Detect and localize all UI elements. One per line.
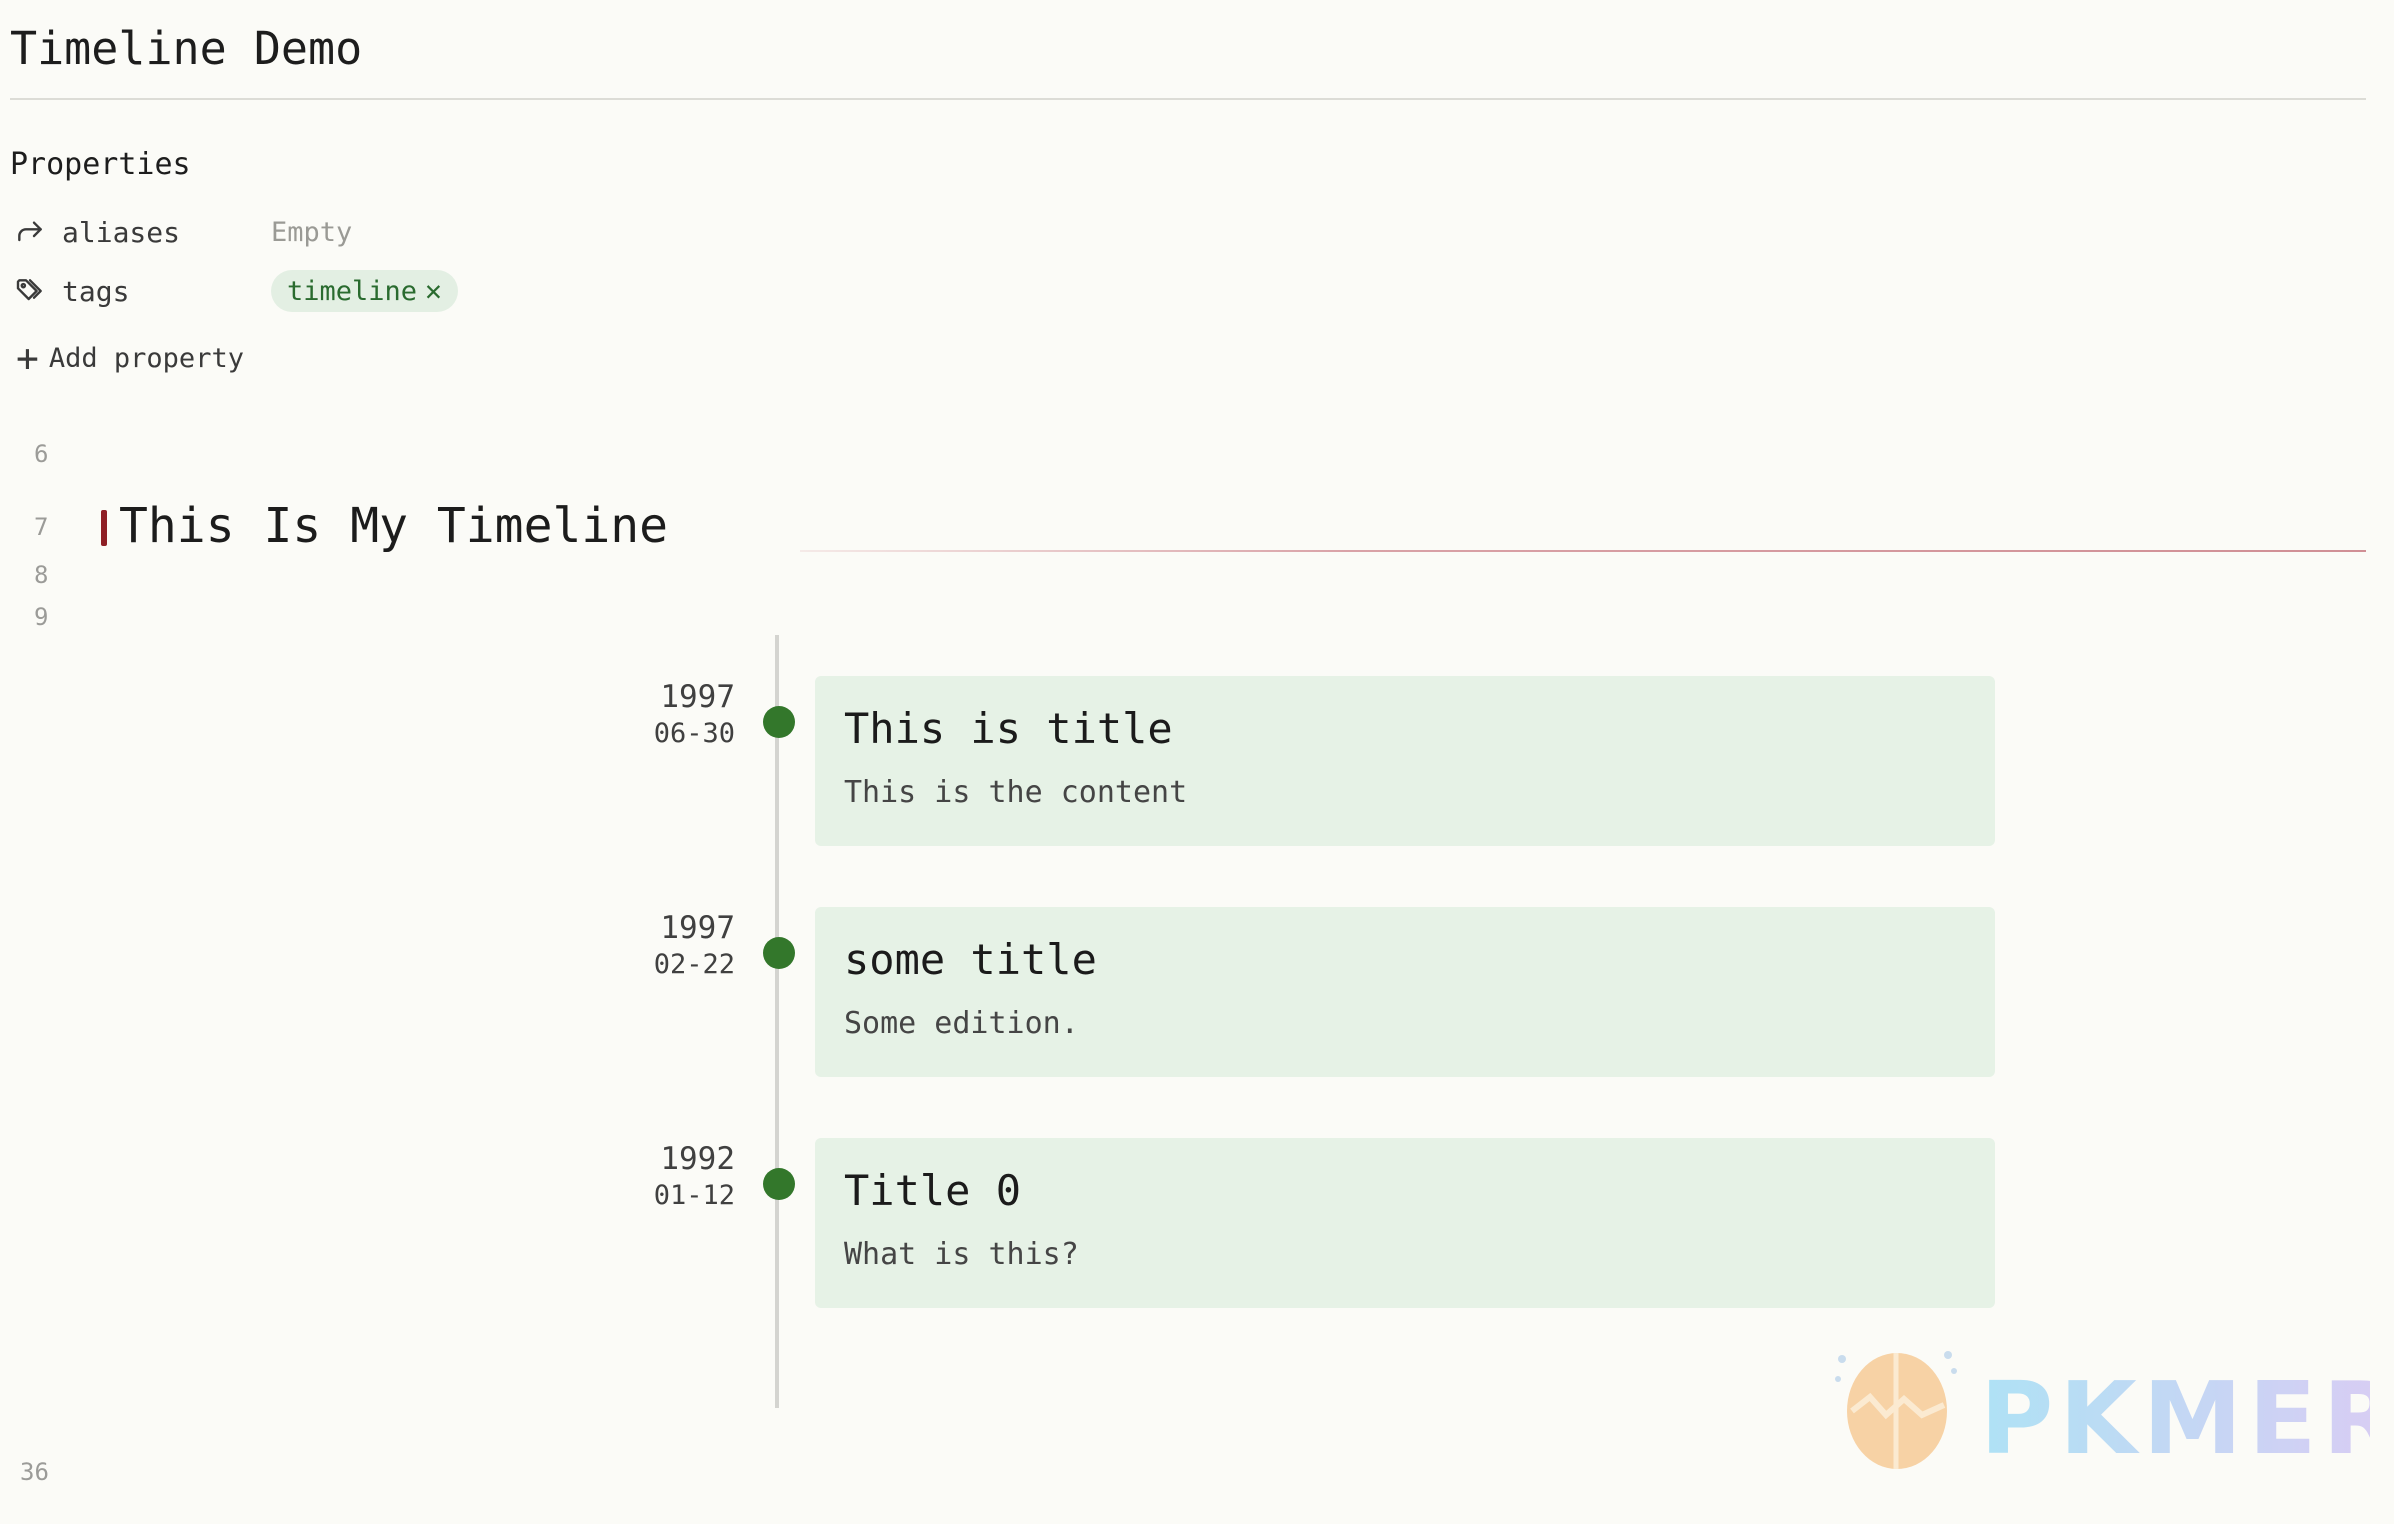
heading-underline [800,550,2366,552]
property-row-aliases[interactable]: aliases Empty [10,207,610,257]
event-year: 1992 [660,1141,735,1177]
timeline-date: 1997 06-30 [595,677,735,751]
document-title[interactable]: Timeline Demo [10,22,362,75]
timeline-event-card[interactable]: This is title This is the content [815,676,1995,846]
tag-label[interactable]: timeline [287,276,417,307]
timeline-dot [763,937,795,969]
timeline-heading[interactable]: This Is My Timeline [119,498,668,554]
egg-icon [1835,1351,1957,1469]
pkmer-watermark-logo: PKMER [1835,1351,2370,1470]
event-content: This is the content [844,775,1188,810]
line-number: 7 [34,513,49,541]
event-monthday: 01-12 [653,1180,735,1211]
event-monthday: 02-22 [653,949,735,980]
timeline-axis [775,635,779,1408]
line-number: 8 [34,561,49,589]
line-number: 36 [20,1458,49,1486]
event-title: some title [844,935,1097,984]
event-year: 1997 [660,910,735,946]
tag-chip-timeline[interactable]: timeline ✕ [271,270,458,312]
property-key-aliases[interactable]: aliases [62,216,180,249]
timeline-date: 1992 01-12 [595,1139,735,1213]
arrow-curve-right-icon [10,212,50,252]
line-number: 9 [34,603,49,631]
close-icon[interactable]: ✕ [425,277,442,305]
tags-icon [10,271,50,311]
timeline-dot [763,1168,795,1200]
property-value-aliases[interactable]: Empty [271,217,352,248]
timeline-event-card[interactable]: some title Some edition. [815,907,1995,1077]
event-monthday: 06-30 [653,718,735,749]
event-content: Some edition. [844,1006,1079,1041]
plus-icon: + [16,336,39,380]
property-key-tags[interactable]: tags [62,275,129,308]
property-row-tags[interactable]: tags timeline ✕ [10,266,610,316]
heading-marker [101,510,107,546]
add-property-button[interactable]: + Add property [16,339,244,377]
timeline-date: 1997 02-22 [595,908,735,982]
timeline-event-card[interactable]: Title 0 What is this? [815,1138,1995,1308]
event-year: 1997 [660,679,735,715]
event-title: Title 0 [844,1166,1022,1215]
pkmer-text: PKMER [1980,1360,2370,1470]
properties-heading[interactable]: Properties [10,147,191,182]
add-property-label: Add property [48,342,244,374]
title-divider [10,98,2366,100]
timeline-dot [763,706,795,738]
event-content: What is this? [844,1237,1079,1272]
event-title: This is title [844,704,1173,753]
line-number: 6 [34,440,49,468]
